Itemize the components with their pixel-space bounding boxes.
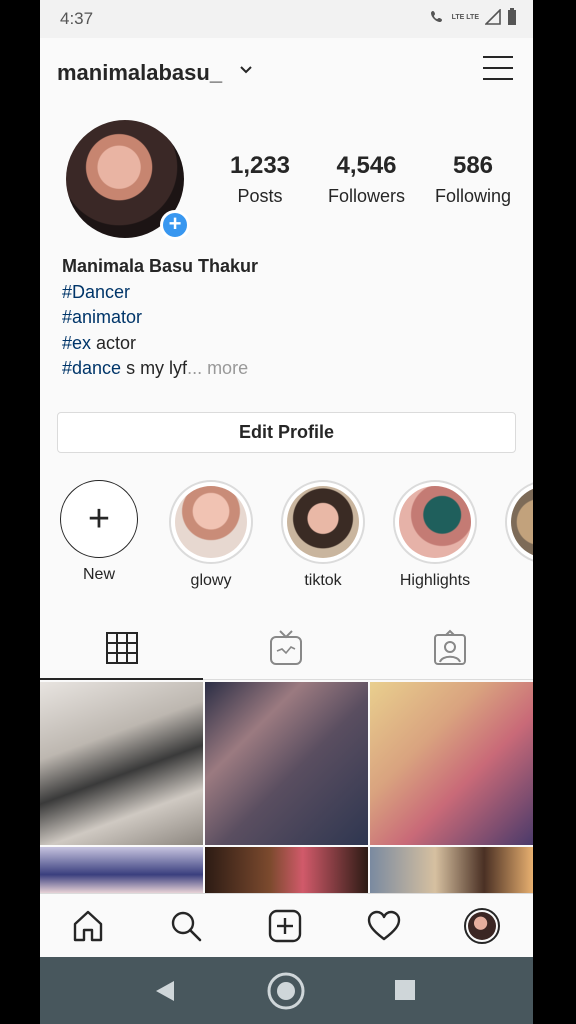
heart-icon[interactable] [366,908,402,944]
highlight-label: Highlights [399,572,471,589]
highlight-label: glowy [190,572,232,589]
post-thumbnail[interactable] [40,682,203,845]
home-icon[interactable] [70,908,106,944]
profile-tabs [40,620,533,680]
display-name: Manimala Basu Thakur [62,256,259,276]
grid-icon[interactable] [102,628,142,668]
bio-more-link[interactable]: ... more [187,358,248,378]
phone-icon [430,11,442,22]
search-icon[interactable] [168,908,204,944]
following-count: 586 [452,152,494,179]
posts-count: 1,233 [229,152,291,179]
profile-avatar-area[interactable]: + [66,120,190,240]
chevron-down-icon[interactable] [240,66,252,74]
highlight-cover [175,486,247,558]
post-thumbnail[interactable] [370,682,533,845]
home-button-icon[interactable] [266,971,306,1011]
active-tab-indicator [40,678,203,680]
battery-icon [508,8,516,25]
add-story-badge-icon[interactable]: + [160,210,190,240]
highlight-highlights[interactable]: Highlights [392,480,478,590]
highlight-glowy[interactable]: glowy [168,480,254,590]
following-stat[interactable]: 586 Following [423,152,523,207]
story-highlights: + New glowy tiktok Highlights [40,480,533,590]
posts-label: Posts [237,186,283,206]
highlight-partial[interactable] [504,480,533,564]
add-post-icon[interactable] [267,908,303,944]
profile-bio: Manimala Basu Thakur #Dancer #animator #… [62,254,258,382]
plus-icon[interactable]: + [60,480,138,558]
followers-label: Followers [327,186,406,206]
posts-stat[interactable]: 1,233 Posts [210,152,310,207]
post-thumbnail[interactable] [205,682,368,845]
bottom-navigation [40,893,533,957]
hashtag-link[interactable]: #ex [62,333,91,353]
recents-icon[interactable] [394,979,416,1001]
phone-screen: 4:37 LTE LTE manimalabasu_ + 1,233 Posts… [40,0,533,1024]
following-label: Following [434,186,512,206]
igtv-icon[interactable] [266,628,306,668]
system-navigation-bar [40,957,533,1024]
post-thumbnail[interactable] [205,847,368,893]
status-bar: 4:37 LTE LTE [40,0,533,38]
post-thumbnail[interactable] [40,847,203,893]
tagged-icon[interactable] [430,628,470,668]
followers-count: 4,546 [336,152,397,179]
network-label: LTE LTE [451,13,479,21]
posts-grid [40,682,533,893]
signal-icon [485,9,501,25]
profile-header: manimalabasu_ [40,38,533,104]
highlight-cover [399,486,471,558]
highlight-label: New [82,566,115,583]
bio-text: actor [91,332,137,353]
highlight-new[interactable]: + New [56,480,142,584]
highlight-cover [287,486,359,558]
hashtag-link[interactable]: #dance [62,358,121,378]
status-time: 4:37 [60,9,94,28]
hashtag-link[interactable]: #animator [62,307,142,327]
edit-profile-button[interactable]: Edit Profile [57,412,516,453]
menu-icon[interactable] [483,56,513,84]
username[interactable]: manimalabasu_ [57,60,222,86]
status-icons: LTE LTE [430,8,517,26]
post-thumbnail[interactable] [370,847,533,893]
back-icon[interactable] [154,979,176,1003]
followers-stat[interactable]: 4,546 Followers [317,152,417,207]
highlight-cover [511,486,533,558]
hashtag-link[interactable]: #Dancer [62,282,130,302]
profile-avatar-nav[interactable] [464,908,500,944]
highlight-tiktok[interactable]: tiktok [280,480,366,590]
profile-stats: 1,233 Posts 4,546 Followers 586 Followin… [210,152,523,207]
highlight-label: tiktok [304,572,342,589]
bio-text: s my lyf [121,358,188,378]
